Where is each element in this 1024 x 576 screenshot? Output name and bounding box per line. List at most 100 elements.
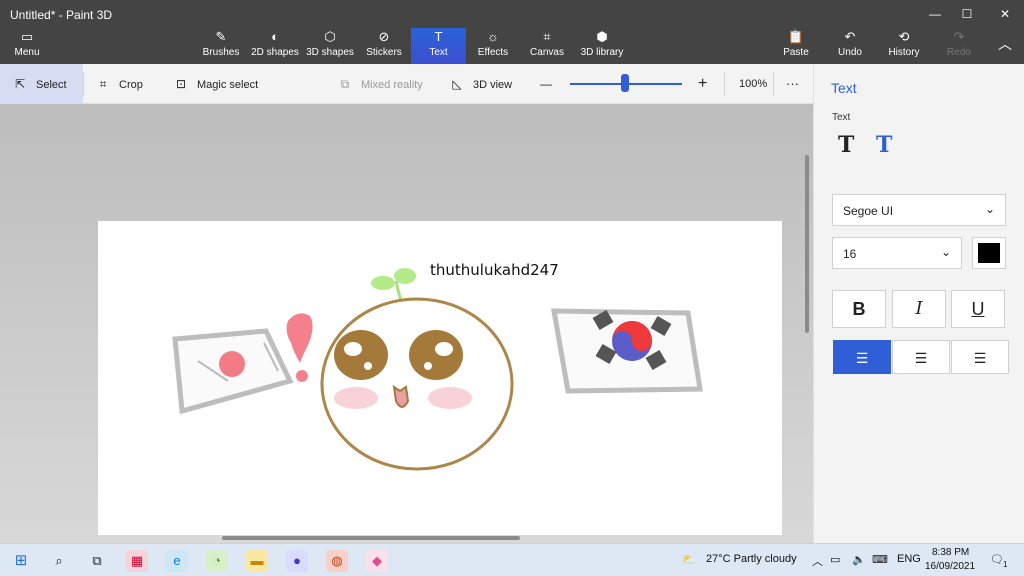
mixed-reality-tool[interactable]: ⧉ Mixed reality	[337, 64, 423, 104]
tab-canvas[interactable]: ⌗ Canvas	[526, 28, 568, 64]
search-icon[interactable]: ⌕	[48, 550, 70, 572]
chevron-down-icon: ⌄	[984, 202, 995, 216]
app-icon[interactable]: ◍	[326, 550, 348, 572]
japan-flag-drawing	[172, 328, 294, 415]
zoom-out-button[interactable]: —	[540, 64, 552, 104]
stickers-icon: ⊘	[378, 29, 390, 44]
align-center-button[interactable]: ☰	[892, 340, 950, 374]
undo-label: Undo	[838, 47, 862, 58]
notification-icon[interactable]: 🗨	[990, 553, 1004, 566]
panel-section-label: Text	[832, 112, 851, 123]
volume-icon[interactable]: 🔈	[852, 553, 866, 566]
zoom-slider-thumb[interactable]	[621, 74, 629, 92]
close-button[interactable]: ✕	[990, 4, 1020, 24]
tab-text[interactable]: T Text	[411, 28, 466, 64]
language-indicator[interactable]: ENG	[897, 553, 921, 565]
2d-shapes-icon: ◐	[271, 29, 279, 44]
undo-button[interactable]: ↶ Undo	[835, 28, 865, 64]
tab-brushes[interactable]: ✎ Brushes	[200, 28, 242, 64]
3d-library-icon: ⬢	[596, 29, 608, 44]
tab-3d-library[interactable]: ⬢ 3D library	[578, 28, 626, 64]
more-options-button[interactable]: ···	[786, 64, 799, 104]
exclamation-mark-drawing	[286, 313, 313, 382]
divider	[773, 72, 774, 96]
horizontal-scrollbar[interactable]	[222, 536, 520, 540]
align-left-button[interactable]: ☰	[833, 340, 891, 374]
zoom-in-button[interactable]: +	[698, 64, 707, 104]
zoom-value[interactable]: 100%	[739, 64, 767, 104]
tab-effects[interactable]: ☼ Effects	[472, 28, 514, 64]
menu-icon: ▭	[20, 29, 34, 44]
divider	[83, 72, 84, 96]
tool-options-bar: ⇱ Select ⌗ Crop ⊡ Magic select ⧉ Mixed reali…	[0, 64, 813, 104]
mixed-reality-label: Mixed reality	[361, 79, 423, 91]
tab-label: Text	[429, 47, 448, 58]
redo-button[interactable]: ↷ Redo	[944, 28, 974, 64]
history-label: History	[888, 47, 920, 58]
align-left-icon: ☰	[855, 350, 869, 366]
align-center-icon: ☰	[914, 350, 928, 366]
3d-text-icon[interactable]: T	[876, 132, 892, 158]
panel-title: Text	[831, 80, 857, 96]
italic-button[interactable]: I	[892, 290, 946, 328]
chevron-up-icon[interactable]: ︿	[812, 553, 823, 569]
task-view-icon[interactable]: ⧉	[86, 550, 108, 572]
text-color-button[interactable]	[972, 237, 1006, 269]
effects-icon: ☼	[487, 29, 499, 44]
tab-label: Stickers	[366, 47, 402, 58]
collapse-ribbon-icon[interactable]: ︿	[990, 34, 1020, 54]
tab-2d-shapes[interactable]: ◐ 2D shapes	[250, 28, 300, 64]
history-button[interactable]: ⟲ History	[886, 28, 922, 64]
minimize-button[interactable]: —	[920, 4, 950, 24]
tab-3d-shapes[interactable]: ⬡ 3D shapes	[305, 28, 355, 64]
keyboard-icon[interactable]: ⌨	[872, 553, 888, 566]
history-icon: ⟲	[898, 29, 910, 44]
maximize-button[interactable]: ☐	[952, 4, 982, 24]
canvas-text-box[interactable]: thuthulukahd247	[430, 261, 559, 279]
clock-time[interactable]: 8:38 PM	[932, 547, 969, 558]
file-explorer-icon[interactable]: ▬	[246, 550, 268, 572]
network-icon[interactable]: ▭	[830, 553, 840, 566]
font-size-value: 16	[843, 247, 857, 261]
weather-icon[interactable]: ⛅	[682, 553, 696, 566]
tab-label: 3D library	[580, 47, 624, 58]
font-size-dropdown[interactable]: 16 ⌄	[832, 237, 962, 269]
vertical-scrollbar[interactable]	[805, 155, 809, 333]
3d-view-toggle[interactable]: ◺ 3D view	[449, 64, 512, 104]
paint-3d-icon[interactable]: ◆	[366, 550, 388, 572]
redo-icon: ↷	[953, 29, 965, 44]
crop-tool[interactable]: ⌗ Crop	[95, 64, 143, 104]
magic-select-tool[interactable]: ⊡ Magic select	[173, 64, 258, 104]
2d-text-icon[interactable]: T	[838, 132, 854, 158]
app-icon[interactable]: ▦	[126, 550, 148, 572]
edge-icon[interactable]: e	[166, 550, 188, 572]
underline-button[interactable]: U	[951, 290, 1005, 328]
title-ribbon-bar: Untitled* - Paint 3D — ☐ ✕ ▭ Menu ✎ Brus…	[0, 0, 1024, 64]
app-icon[interactable]: ◔	[206, 550, 228, 572]
select-label: Select	[36, 79, 67, 91]
divider	[724, 72, 725, 96]
window-title: Untitled* - Paint 3D	[10, 8, 113, 22]
bold-button[interactable]: B	[832, 290, 886, 328]
align-right-button[interactable]: ☰	[951, 340, 1009, 374]
tab-label: 3D shapes	[306, 47, 354, 58]
clock-date[interactable]: 16/09/2021	[925, 561, 975, 572]
cursor-icon: ⇱	[14, 77, 26, 91]
app-icon[interactable]: ●	[286, 550, 308, 572]
magic-select-icon: ⊡	[175, 77, 187, 91]
font-dropdown[interactable]: Segoe UI ⌄	[832, 194, 1006, 226]
start-icon[interactable]: ⊞	[10, 550, 32, 572]
select-tool[interactable]: ⇱ Select	[0, 64, 83, 104]
tab-label: 2D shapes	[251, 47, 299, 58]
menu-button[interactable]: ▭ Menu	[10, 28, 44, 64]
tab-stickers[interactable]: ⊘ Stickers	[363, 28, 405, 64]
crop-label: Crop	[119, 79, 143, 91]
3d-view-icon: ◺	[452, 77, 462, 91]
taskbar: ⊞ ⌕ ⧉ ▦ e ◔ ▬ ● ◍ ◆ ⛅ 27°C Partly cloudy…	[0, 543, 1024, 576]
weather-text[interactable]: 27°C Partly cloudy	[706, 553, 797, 565]
mochi-face-drawing	[320, 297, 514, 471]
chevron-down-icon: ⌄	[940, 245, 951, 259]
3d-shapes-icon: ⬡	[324, 29, 336, 44]
paste-button[interactable]: 📋 Paste	[780, 28, 812, 64]
menu-label: Menu	[14, 47, 40, 58]
